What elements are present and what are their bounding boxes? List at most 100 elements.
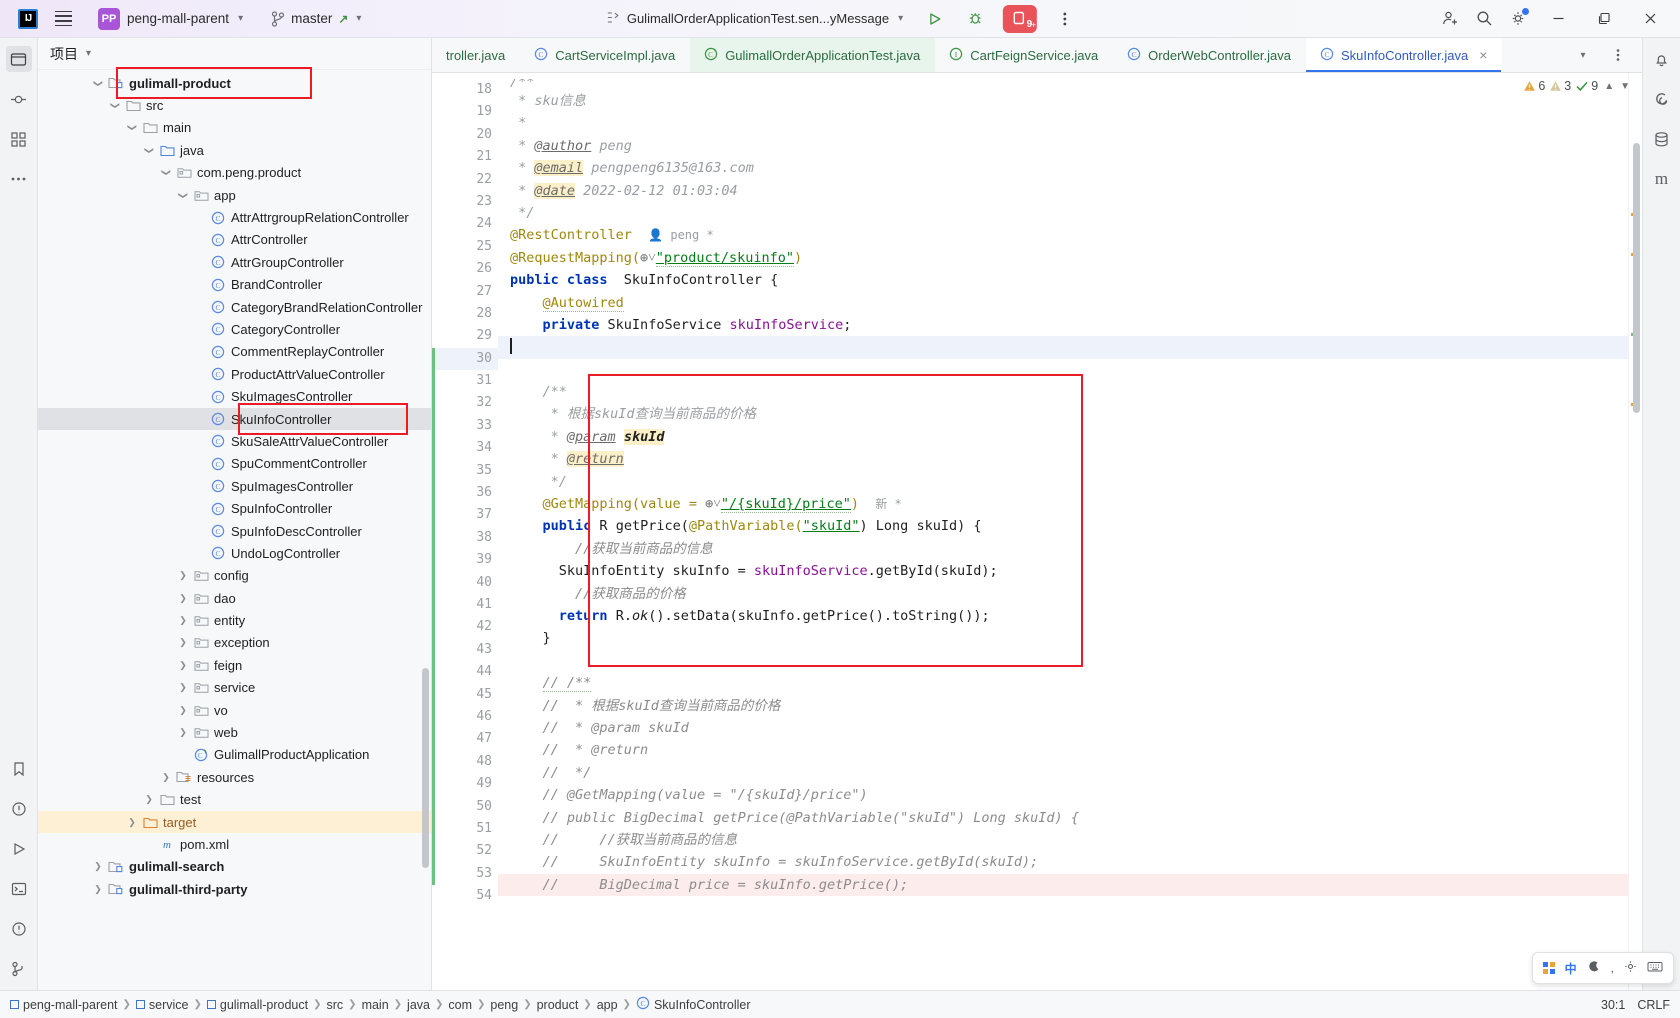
line-number-31[interactable]: 31 — [432, 370, 498, 392]
line-number-53[interactable]: 53 — [432, 863, 498, 885]
tree-item-skuimagescontroller[interactable]: C SkuImagesController — [38, 385, 431, 407]
settings-gear-icon[interactable] — [1502, 4, 1534, 34]
editor-tab-troller[interactable]: troller.java — [432, 38, 520, 72]
breadcrumb-item-peng-mall-parent[interactable]: peng-mall-parent — [10, 998, 118, 1012]
code-line-46[interactable]: // * 根据skuId查询当前商品的价格 — [498, 695, 1628, 717]
code-line-32[interactable]: /** — [498, 381, 1628, 403]
code-line-27[interactable]: public class SkuInfoController { — [498, 269, 1628, 291]
code-line-34[interactable]: * @param skuId — [498, 426, 1628, 448]
code-line-43[interactable]: } — [498, 627, 1628, 649]
tree-item-gulimall-search[interactable]: ❯ gulimall-search — [38, 856, 431, 878]
line-number-29[interactable]: 29 — [432, 325, 532, 347]
line-number-26[interactable]: 26 — [432, 258, 498, 280]
breadcrumb-item-gulimall-product[interactable]: gulimall-product — [206, 998, 308, 1012]
code-line-21[interactable]: * @author peng — [498, 135, 1628, 157]
code-line-20[interactable]: * — [498, 112, 1628, 134]
tree-item-spuinfocontroller[interactable]: C SpuInfoController — [38, 497, 431, 519]
code-line-39[interactable]: //获取当前商品的信息 — [498, 538, 1628, 560]
code-line-54[interactable]: // BigDecimal price = skuInfo.getPrice()… — [498, 873, 1628, 897]
tree-item-feign[interactable]: ❯ feign — [38, 654, 431, 676]
tree-item-web[interactable]: ❯ web — [38, 721, 431, 743]
code-line-25[interactable]: @RestController 👤 peng * — [498, 224, 1628, 246]
line-number-35[interactable]: 35 — [432, 460, 498, 482]
code-line-53[interactable]: // SkuInfoEntity skuInfo = skuInfoServic… — [498, 851, 1628, 873]
breadcrumb-item-peng[interactable]: peng — [490, 998, 518, 1012]
line-number-46[interactable]: 46 — [432, 706, 498, 728]
bookmarks-tool-icon[interactable] — [6, 756, 32, 782]
tree-item-commentreplaycontroller[interactable]: C CommentReplayController — [38, 341, 431, 363]
tree-item-service[interactable]: ❯ service — [38, 677, 431, 699]
run-button[interactable] — [919, 4, 951, 34]
editor-tab-bar[interactable]: troller.java C CartServiceImpl.java C Gulima… — [432, 38, 1642, 73]
tree-item-target[interactable]: ❯ target — [38, 810, 431, 834]
line-number-21[interactable]: 21 — [432, 146, 498, 168]
code-line-26[interactable]: @RequestMapping(⊕˅"product/skuinfo") — [498, 247, 1628, 269]
tree-item-categorycontroller[interactable]: C CategoryController — [38, 318, 431, 340]
line-number-32[interactable]: 32 — [432, 392, 498, 414]
line-number-42[interactable]: 42 — [432, 616, 498, 638]
ime-mode-label[interactable]: 中 — [1565, 960, 1577, 977]
line-number-23[interactable]: 23 — [432, 191, 498, 213]
chevron-right-icon[interactable]: ❯ — [174, 570, 192, 581]
tree-item-spucommentcontroller[interactable]: C SpuCommentController — [38, 453, 431, 475]
code-line-33[interactable]: * 根据skuId查询当前商品的价格 — [498, 403, 1628, 425]
line-number-43[interactable]: 43 — [432, 639, 498, 661]
line-number-51[interactable]: 51 — [432, 818, 498, 840]
tree-item-dao[interactable]: ❯ dao — [38, 587, 431, 609]
more-tool-windows-icon[interactable] — [6, 166, 32, 192]
ai-assistant-icon[interactable] — [1649, 86, 1675, 112]
stop-process-button[interactable]: 9 + — [1003, 4, 1038, 33]
line-number-25[interactable]: 25 — [432, 236, 515, 258]
caret-position-label[interactable]: 30:1 — [1601, 998, 1625, 1012]
tree-item-gulimallproductapplication[interactable]: C GulimallProductApplication — [38, 744, 431, 766]
project-tool-icon[interactable] — [5, 46, 32, 72]
main-menu-icon[interactable] — [50, 6, 76, 32]
breadcrumb-item-com[interactable]: com — [448, 998, 472, 1012]
editor-tab-skuinfocontroller[interactable]: C SkuInfoController.java × — [1306, 38, 1503, 72]
chevron-right-icon[interactable]: ❯ — [174, 615, 192, 626]
editor-tab-orderwebcontroller[interactable]: C OrderWebController.java — [1113, 38, 1306, 72]
tree-item-gulimall-product[interactable]: ❯ gulimall-product — [38, 72, 431, 94]
breadcrumb-item-service[interactable]: service — [135, 998, 188, 1012]
chevron-right-icon[interactable]: ❯ — [174, 593, 192, 604]
tree-item-undologcontroller[interactable]: C UndoLogController — [38, 542, 431, 564]
line-number-45[interactable]: 45 — [432, 684, 498, 706]
branch-selector[interactable]: master ↗ ▾ — [265, 8, 367, 30]
breadcrumb-item-main[interactable]: main — [362, 998, 389, 1012]
ime-floating-bar[interactable]: 中 , — [1532, 952, 1674, 984]
line-number-34[interactable]: 34 — [432, 437, 498, 459]
chevron-right-icon[interactable]: ❯ — [123, 817, 141, 828]
line-number-39[interactable]: 39 — [432, 549, 498, 571]
chevron-down-icon[interactable]: ❯ — [110, 97, 121, 115]
breadcrumb-item-src[interactable]: src — [327, 998, 344, 1012]
line-number-52[interactable]: 52 — [432, 840, 498, 862]
tree-item-src[interactable]: ❯ src — [38, 94, 431, 116]
code-line-38[interactable]: public R getPrice(@PathVariable("skuId")… — [498, 515, 1628, 537]
code-content[interactable]: /** * sku信息 * * @author peng * @email pe… — [498, 73, 1628, 990]
problems-tool-icon[interactable] — [6, 796, 32, 822]
line-number-30[interactable]: 30 — [432, 347, 498, 371]
line-number-47[interactable]: 47 — [432, 728, 498, 750]
chevron-down-icon[interactable]: ❯ — [161, 164, 172, 182]
tree-item-attrcontroller[interactable]: C AttrController — [38, 229, 431, 251]
code-line-23[interactable]: * @date 2022-02-12 01:03:04 — [498, 180, 1628, 202]
breadcrumb-item-skuinfocontroller[interactable]: C SkuInfoController — [636, 996, 751, 1013]
line-number-27[interactable]: 27 — [432, 281, 515, 303]
editor-error-stripe[interactable] — [1628, 73, 1642, 990]
editor-tab-cartfeignservice[interactable]: I CartFeignService.java — [935, 38, 1113, 72]
line-number-38[interactable]: 38 — [432, 527, 516, 549]
line-number-48[interactable]: 48 — [432, 751, 498, 773]
add-account-icon[interactable] — [1434, 4, 1466, 34]
tree-item-exception[interactable]: ❯ exception — [38, 632, 431, 654]
code-line-40[interactable]: SkuInfoEntity skuInfo = skuInfoService.g… — [498, 560, 1628, 582]
line-number-22[interactable]: 22 — [432, 169, 498, 191]
code-line-19[interactable]: * sku信息 — [498, 90, 1628, 112]
code-line-52[interactable]: // //获取当前商品的信息 — [498, 829, 1628, 851]
tree-item-gulimall-third-party[interactable]: ❯ gulimall-third-party — [38, 878, 431, 900]
code-line-50[interactable]: // @GetMapping(value = "/{skuId}/price") — [498, 784, 1628, 806]
code-line-37[interactable]: @GetMapping(value = ⊕˅"/{skuId}/price") … — [498, 493, 1628, 515]
code-line-28[interactable]: @Autowired — [498, 292, 1628, 314]
settings-small-icon[interactable] — [1624, 960, 1637, 976]
tree-item-skuinfocontroller[interactable]: C SkuInfoController — [38, 407, 431, 431]
line-number-28[interactable]: 28 — [432, 303, 498, 325]
